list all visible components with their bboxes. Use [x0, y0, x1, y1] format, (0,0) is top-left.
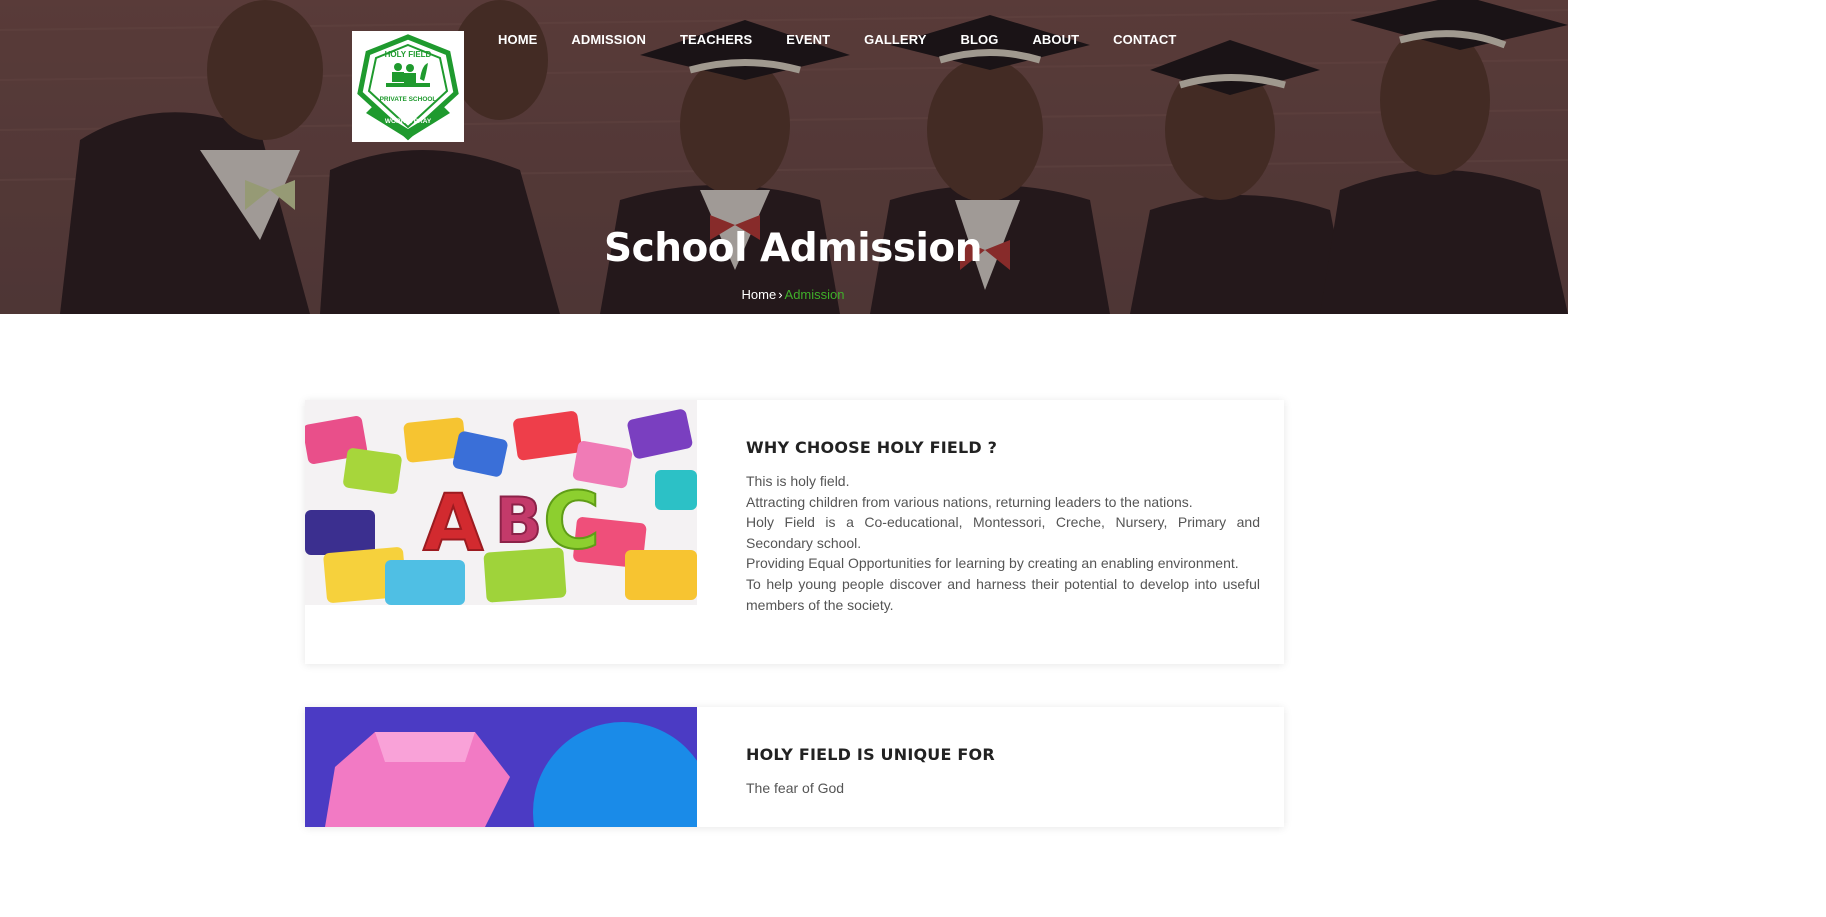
card-line: To help young people discover and harnes…: [746, 575, 1260, 613]
card-line: The fear of God: [746, 780, 845, 796]
breadcrumb-current: Admission: [784, 287, 845, 302]
nav-teachers[interactable]: TEACHERS: [680, 32, 752, 48]
nav-event[interactable]: EVENT: [786, 32, 830, 48]
card-line: Holy Field is a Co-educational, Montesso…: [746, 514, 1260, 551]
nav-about[interactable]: ABOUT: [1032, 32, 1079, 48]
why-choose-card: A B C WHY CHOOSE HOLY FIELD ? This is ho…: [305, 400, 1284, 664]
svg-text:C: C: [543, 477, 600, 567]
nav-home[interactable]: HOME: [498, 32, 537, 48]
why-choose-content: WHY CHOOSE HOLY FIELD ? This is holy fie…: [746, 438, 1260, 615]
nav-admission[interactable]: ADMISSION: [571, 32, 646, 48]
school-logo[interactable]: HOLY FIELD PRIVATE SCHOOL WORK & PRAY: [352, 31, 464, 142]
nav-blog[interactable]: BLOG: [960, 32, 998, 48]
svg-text:WORK & PRAY: WORK & PRAY: [385, 118, 432, 125]
nav-contact[interactable]: CONTACT: [1113, 32, 1176, 48]
breadcrumb-separator: ›: [778, 287, 783, 302]
svg-text:A: A: [423, 479, 483, 569]
school-crest-icon: HOLY FIELD PRIVATE SCHOOL WORK & PRAY: [357, 34, 459, 141]
card-heading: HOLY FIELD IS UNIQUE FOR: [746, 745, 995, 764]
svg-text:B: B: [495, 484, 542, 557]
svg-text:PRIVATE SCHOOL: PRIVATE SCHOOL: [380, 96, 437, 103]
page-title: School Admission: [604, 226, 982, 271]
alphabet-blocks-image: A B C: [305, 400, 697, 605]
card-line: Providing Equal Opportunities for learni…: [746, 555, 1239, 572]
page-hero: HOLY FIELD PRIVATE SCHOOL WORK & PRAY HO…: [0, 0, 1568, 314]
card-line: This is holy field.: [746, 473, 850, 489]
shapes-image: [305, 707, 697, 827]
svg-text:HOLY FIELD: HOLY FIELD: [385, 50, 432, 59]
breadcrumb: Home › Admission: [0, 287, 1568, 302]
breadcrumb-home-link[interactable]: Home: [742, 287, 777, 302]
unique-for-card: HOLY FIELD IS UNIQUE FOR The fear of God: [305, 707, 1284, 827]
main-navigation: HOME ADMISSION TEACHERS EVENT GALLERY BL…: [498, 32, 1210, 48]
card-heading: WHY CHOOSE HOLY FIELD ?: [746, 438, 998, 457]
nav-gallery[interactable]: GALLERY: [864, 32, 926, 48]
card-line: Attracting children from various nations…: [746, 493, 1193, 510]
unique-for-content: HOLY FIELD IS UNIQUE FOR The fear of God: [746, 745, 1260, 799]
